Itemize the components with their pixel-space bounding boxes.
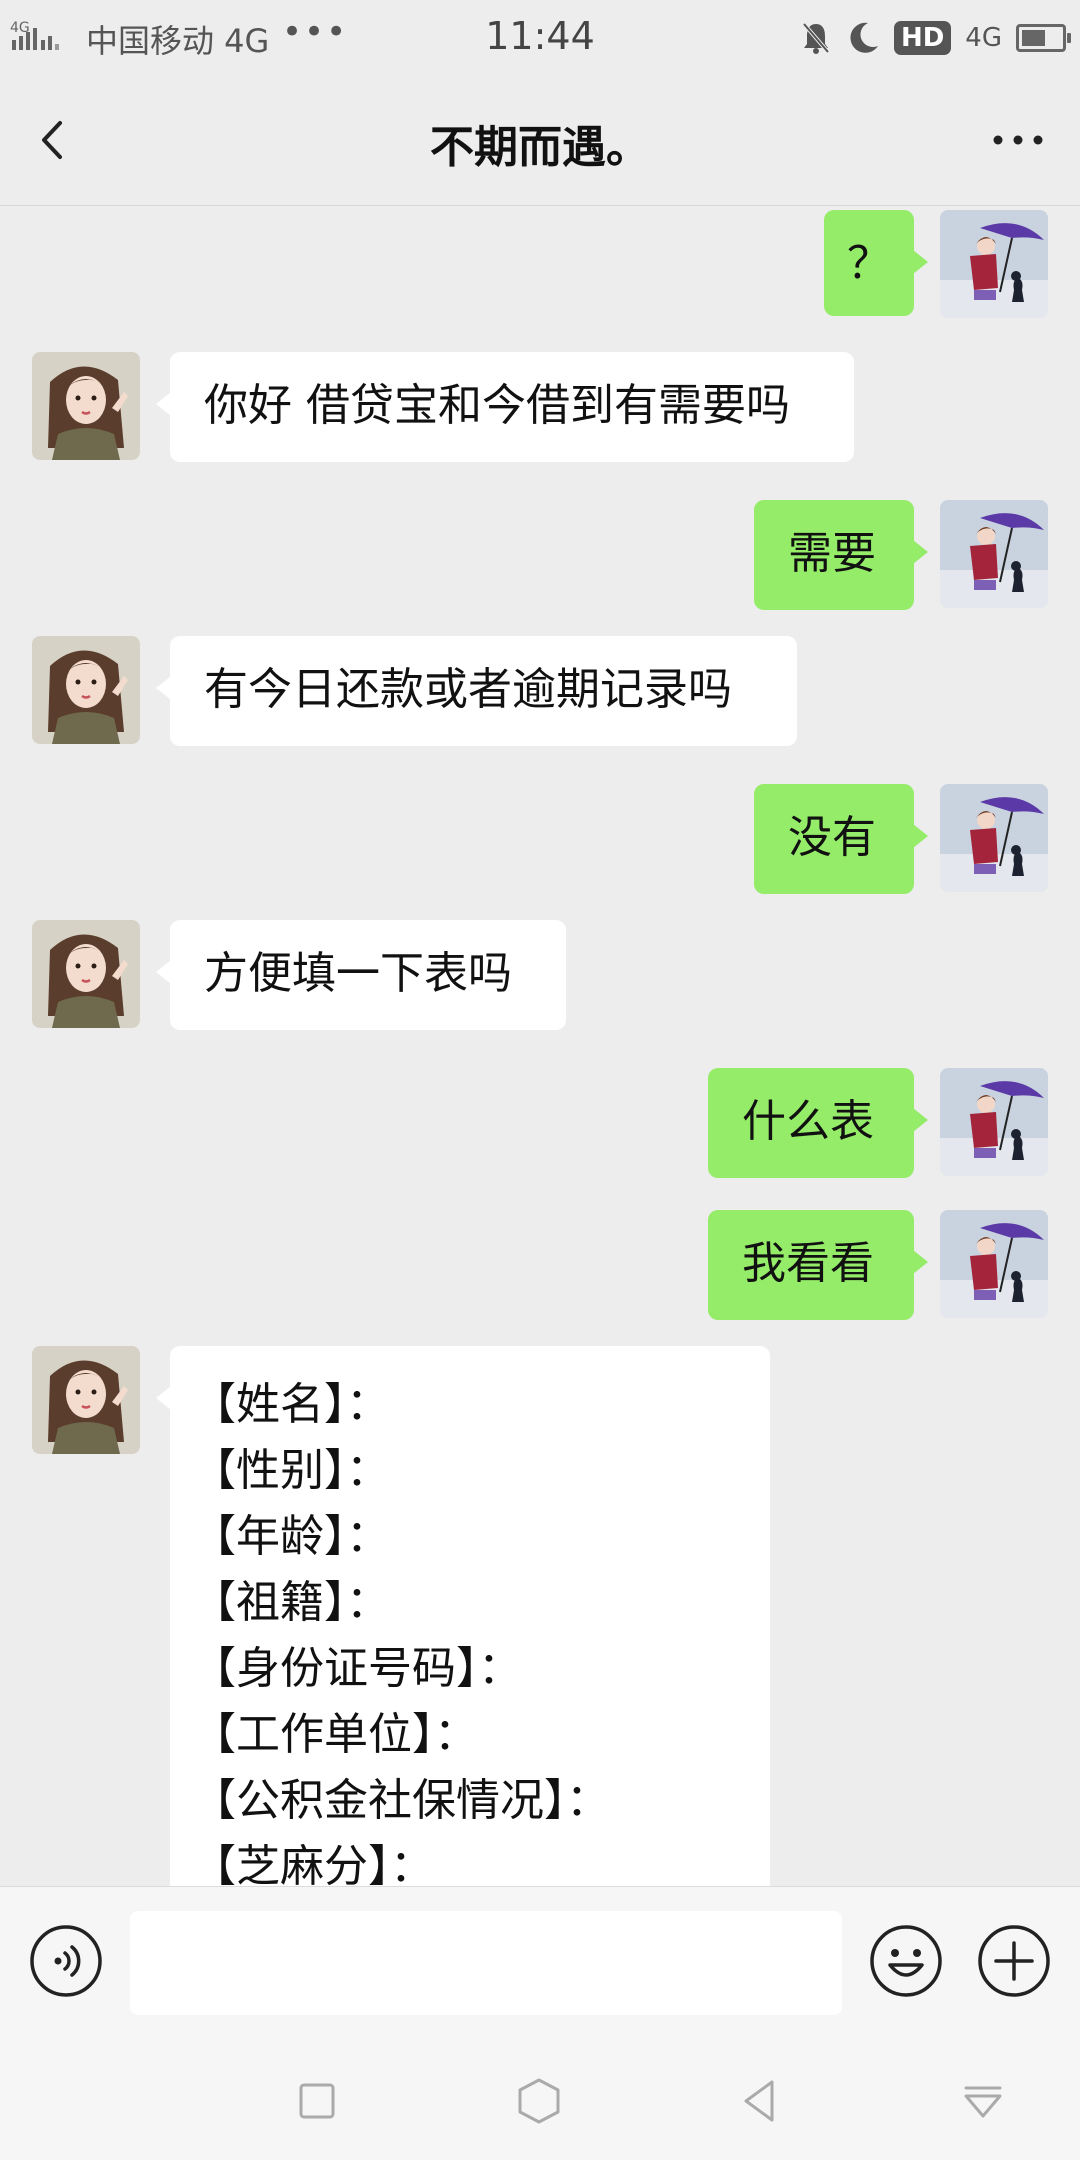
message-row: ？ xyxy=(0,206,1080,326)
my-message-bubble[interactable]: 什么表 xyxy=(708,1068,928,1178)
message-row: 没有 xyxy=(0,776,1080,896)
form-field-hometown: 【祖籍】： xyxy=(192,1577,390,1628)
contact-message-bubble[interactable]: 有今日还款或者逾期记录吗 xyxy=(156,636,797,746)
message-row: 什么表 xyxy=(0,1060,1080,1180)
message-text: 方便填一下表吗 xyxy=(204,948,512,999)
my-message-bubble[interactable]: 没有 xyxy=(754,784,928,894)
contact-avatar[interactable] xyxy=(32,636,140,744)
more-dots-icon[interactable] xyxy=(988,117,1048,163)
network-label: 4G xyxy=(965,23,1002,53)
my-avatar[interactable] xyxy=(940,784,1048,892)
status-right-icons: HD 4G xyxy=(800,18,1071,58)
contact-message-bubble[interactable]: 你好 借贷宝和今借到有需要吗 xyxy=(156,352,854,462)
message-text: 你好 借贷宝和今借到有需要吗 xyxy=(204,380,790,431)
hd-badge: HD xyxy=(893,21,952,55)
status-bar: 4G 中国移动 4G ••• 11:44 HD 4G xyxy=(0,0,1080,75)
contact-avatar[interactable] xyxy=(32,352,140,460)
emoji-icon[interactable] xyxy=(868,1923,944,1999)
form-field-id-number: 【身份证号码】： xyxy=(192,1643,522,1694)
contact-message-bubble[interactable]: 方便填一下表吗 xyxy=(156,920,566,1030)
contact-form-bubble[interactable]: 【姓名】： 【性别】： 【年龄】： 【祖籍】： 【身份证号码】： 【工作单位】：… xyxy=(156,1346,770,1886)
contact-avatar[interactable] xyxy=(32,920,140,1028)
message-row: 需要 xyxy=(0,492,1080,612)
form-field-sesame-score: 【芝麻分】： xyxy=(192,1841,434,1886)
battery-icon xyxy=(1016,24,1071,52)
my-avatar[interactable] xyxy=(940,210,1048,318)
home-hexagon-icon[interactable] xyxy=(514,2076,564,2126)
input-bar xyxy=(0,1886,1080,2037)
form-field-age: 【年龄】： xyxy=(192,1511,390,1562)
my-avatar[interactable] xyxy=(940,500,1048,608)
message-row: 我看看 xyxy=(0,1202,1080,1322)
plus-icon[interactable] xyxy=(976,1923,1052,1999)
moon-icon xyxy=(850,22,878,53)
recents-square-icon[interactable] xyxy=(292,2076,342,2126)
bell-mute-icon xyxy=(802,22,830,54)
message-input[interactable] xyxy=(130,1911,842,2015)
form-field-fund-insurance: 【公积金社保情况】： xyxy=(192,1775,610,1826)
form-field-employer: 【工作单位】： xyxy=(192,1709,478,1760)
my-avatar[interactable] xyxy=(940,1210,1048,1318)
my-message-bubble[interactable]: 需要 xyxy=(754,500,928,610)
notification-drawer-icon[interactable] xyxy=(958,2076,1008,2126)
back-triangle-icon[interactable] xyxy=(736,2076,786,2126)
message-row: 【姓名】： 【性别】： 【年龄】： 【祖籍】： 【身份证号码】： 【工作单位】：… xyxy=(0,1346,1080,1886)
message-text: ？ xyxy=(847,238,891,289)
message-text: 需要 xyxy=(788,528,876,579)
message-text: 我看看 xyxy=(742,1238,874,1289)
my-message-bubble[interactable]: 我看看 xyxy=(708,1210,928,1320)
message-row: 你好 借贷宝和今借到有需要吗 xyxy=(0,352,1080,472)
message-text: 没有 xyxy=(788,812,876,863)
message-row: 有今日还款或者逾期记录吗 xyxy=(0,636,1080,756)
chat-title: 不期而遇。 xyxy=(430,122,650,173)
form-field-name: 【姓名】： xyxy=(192,1379,390,1430)
message-list[interactable]: ？ 你好 借贷宝和今借到有需要吗 需要 有今日还款或者逾期记录吗 没有 方便填一 xyxy=(0,206,1080,1886)
my-avatar[interactable] xyxy=(940,1068,1048,1176)
form-field-gender: 【性别】： xyxy=(192,1445,390,1496)
message-text: 有今日还款或者逾期记录吗 xyxy=(204,664,732,715)
my-message-bubble[interactable]: ？ xyxy=(824,210,928,316)
message-text: 什么表 xyxy=(742,1096,874,1147)
message-row: 方便填一下表吗 xyxy=(0,920,1080,1040)
system-nav-bar xyxy=(0,2036,1080,2160)
chat-header: 不期而遇。 xyxy=(0,75,1080,206)
voice-icon[interactable] xyxy=(28,1923,104,1999)
contact-avatar[interactable] xyxy=(32,1346,140,1454)
